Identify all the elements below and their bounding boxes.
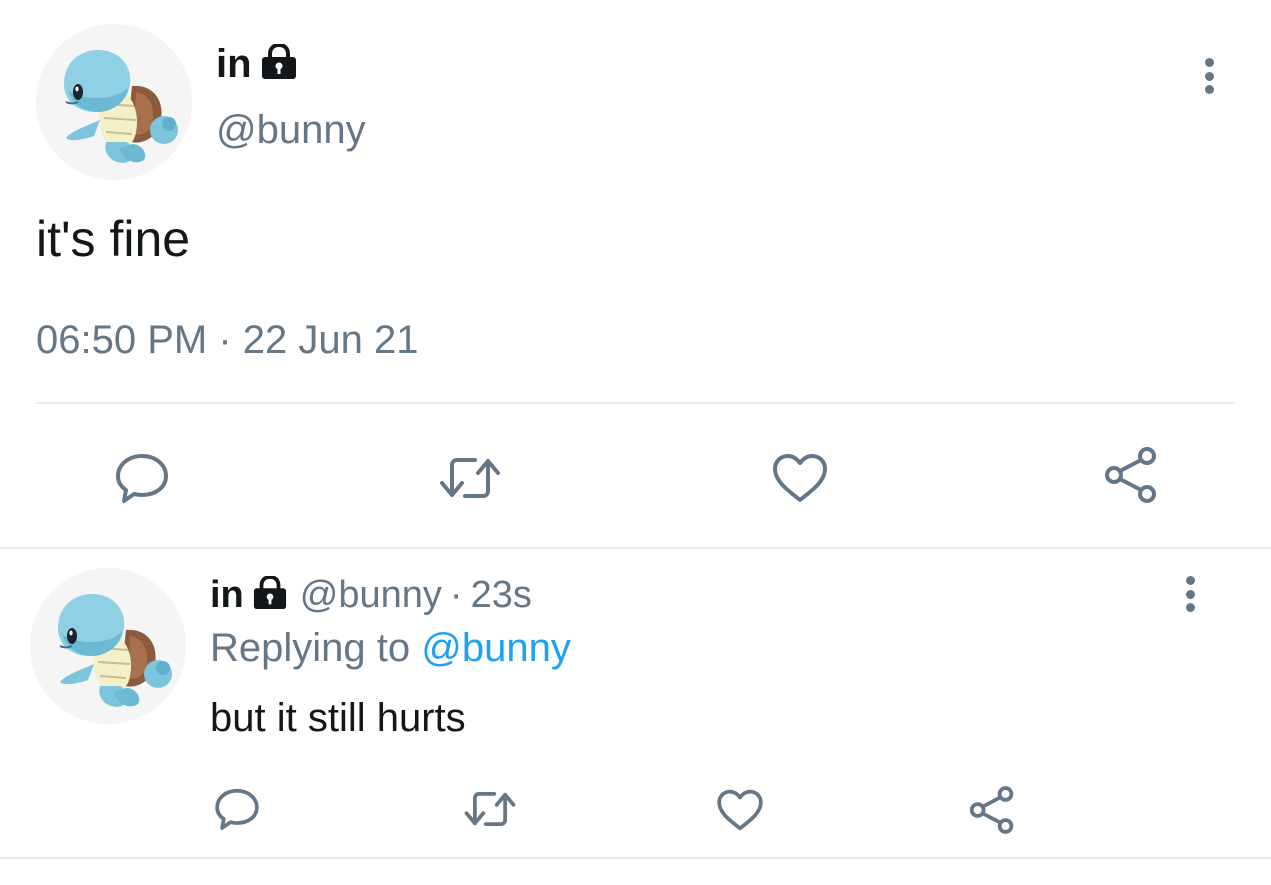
reply-time-ago[interactable]: 23s [471,574,532,617]
share-icon [1105,447,1156,503]
share-button[interactable] [964,782,1020,838]
lock-icon [260,42,298,85]
reply-button[interactable] [212,784,262,834]
replying-to-line: Replying to @bunny [210,626,571,671]
replying-prefix: Replying to [210,626,411,670]
more-vertical-icon[interactable] [1183,576,1197,612]
reply-icon [215,788,259,830]
divider [36,402,1235,404]
reply-button[interactable] [110,446,174,510]
author-handle[interactable]: @bunny [216,108,366,153]
tweet-separator [0,547,1271,549]
reply-handle[interactable]: @bunny [300,574,442,617]
reply-author-row: in @bunny · 23s [210,572,532,618]
squirtle-avatar-image [30,568,186,724]
share-button[interactable] [1096,440,1166,510]
main-tweet: in @bunny it's fine 06:50 PM · 22 Jun 21 [0,0,1271,548]
reply-avatar[interactable] [30,568,186,724]
heart-icon [773,454,827,502]
retweet-button[interactable] [435,446,505,510]
meta-separator: · [449,573,463,616]
reply-text: but it still hurts [210,696,466,740]
tweet-separator [0,857,1271,859]
display-name[interactable]: in [216,42,252,87]
tweet-text: it's fine [36,211,191,267]
like-button[interactable] [768,446,832,510]
retweet-button[interactable] [460,786,520,832]
tweet-actions [0,446,1271,510]
avatar[interactable] [36,24,192,180]
tweet-timestamp[interactable]: 06:50 PM · 22 Jun 21 [36,318,418,363]
squirtle-avatar-image [36,24,192,180]
like-button[interactable] [714,786,766,834]
retweet-icon [440,458,500,498]
retweet-icon [464,791,516,827]
reply-display-name[interactable]: in [210,574,244,617]
heart-icon [717,789,763,831]
reply-icon [116,454,168,503]
author-name-row: in [216,40,298,88]
more-vertical-icon[interactable] [1201,58,1217,94]
lock-icon [252,574,288,615]
share-icon [969,786,1014,834]
replying-to-mention[interactable]: @bunny [421,626,571,670]
